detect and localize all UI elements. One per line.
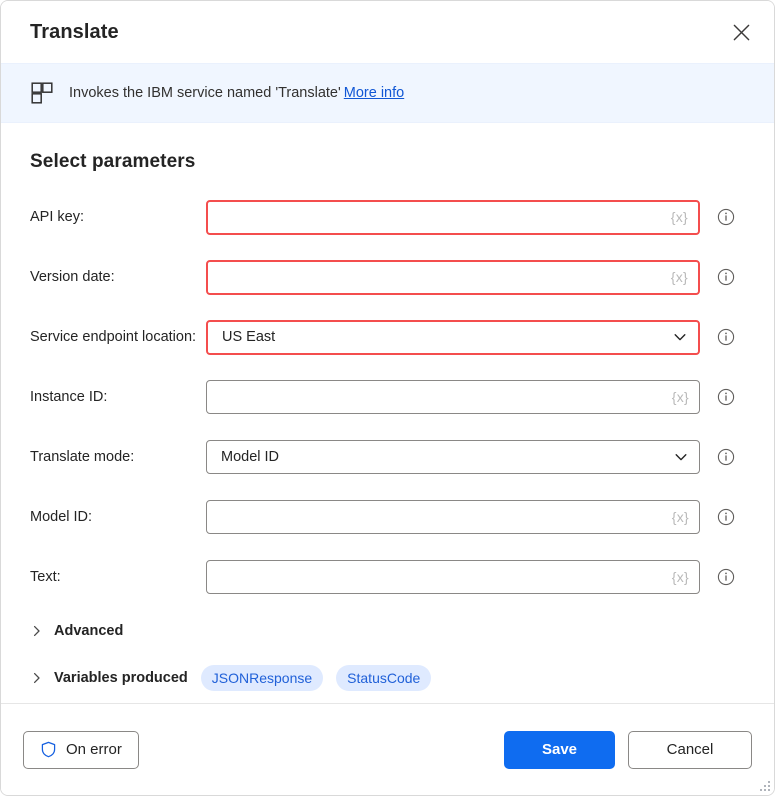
version-date-input[interactable]: {x} [206, 259, 700, 295]
info-icon-api-key[interactable] [717, 208, 735, 226]
save-button[interactable]: Save [504, 730, 615, 769]
form-row-service-endpoint-location: Service endpoint location: US East [1, 307, 774, 367]
chevron-right-icon [30, 624, 44, 638]
info-icon-text[interactable] [717, 568, 735, 586]
cancel-label: Cancel [666, 741, 714, 758]
info-icon-translate-mode[interactable] [717, 448, 735, 466]
dialog-titlebar: Translate [1, 1, 774, 63]
info-banner: Invokes the IBM service named 'Translate… [1, 63, 774, 123]
service-endpoint-location-select[interactable]: US East [206, 319, 700, 355]
more-info-link[interactable]: More info [344, 85, 404, 101]
field-wrap-model-id: {x} [206, 500, 700, 534]
translate-mode-value: Model ID [221, 449, 280, 465]
variable-token-icon[interactable]: {x} [672, 569, 689, 585]
close-button[interactable] [724, 15, 758, 49]
label-service-endpoint-location: Service endpoint location: [30, 329, 197, 345]
field-wrap-api-key: {x} [206, 199, 700, 235]
dialog-body: Select parameters API key: {x} Version d… [1, 123, 774, 703]
model-id-input[interactable]: {x} [206, 500, 700, 534]
info-icon-version-date[interactable] [717, 268, 735, 286]
label-model-id: Model ID: [30, 509, 93, 525]
text-input[interactable]: {x} [206, 560, 700, 594]
service-endpoint-location-value: US East [222, 329, 276, 345]
info-icon-model-id[interactable] [717, 508, 735, 526]
shield-icon [40, 741, 57, 758]
on-error-button[interactable]: On error [23, 730, 139, 769]
label-translate-mode: Translate mode: [30, 449, 135, 465]
chevron-down-icon [673, 449, 689, 465]
field-wrap-service-endpoint-location: US East [206, 319, 700, 355]
translate-dialog: Translate Invokes the IBM service named … [0, 0, 775, 796]
section-title: Select parameters [30, 151, 196, 172]
translate-mode-select[interactable]: Model ID [206, 440, 700, 474]
variables-produced-label: Variables produced [54, 670, 188, 686]
form-row-instance-id: Instance ID: {x} [1, 367, 774, 427]
chevron-down-icon [672, 329, 688, 345]
cancel-button[interactable]: Cancel [628, 730, 752, 769]
label-version-date: Version date: [30, 269, 115, 285]
field-wrap-version-date: {x} [206, 259, 700, 295]
chevron-right-icon [30, 671, 44, 685]
instance-id-input[interactable]: {x} [206, 380, 700, 414]
label-instance-id: Instance ID: [30, 389, 108, 405]
form-row-version-date: Version date: {x} [1, 247, 774, 307]
close-icon [733, 24, 749, 40]
module-icon [30, 81, 54, 105]
api-key-input[interactable]: {x} [206, 199, 700, 235]
field-wrap-translate-mode: Model ID [206, 440, 700, 474]
advanced-section-toggle[interactable]: Advanced [1, 611, 774, 651]
variables-produced-section-toggle[interactable]: Variables produced JSONResponse StatusCo… [1, 658, 774, 698]
variable-token-icon[interactable]: {x} [671, 269, 688, 285]
advanced-label: Advanced [54, 623, 124, 639]
form-row-text: Text: {x} [1, 547, 774, 607]
resize-grip[interactable] [756, 777, 770, 791]
form-row-api-key: API key: {x} [1, 187, 774, 247]
variable-token-icon[interactable]: {x} [671, 209, 688, 225]
on-error-label: On error [66, 741, 122, 758]
save-label: Save [541, 741, 578, 758]
field-wrap-instance-id: {x} [206, 380, 700, 414]
field-wrap-text: {x} [206, 560, 700, 594]
info-icon-service-endpoint-location[interactable] [717, 328, 735, 346]
form-row-translate-mode: Translate mode: Model ID [1, 427, 774, 487]
page-title: Translate [30, 20, 119, 43]
variable-token-icon[interactable]: {x} [672, 509, 689, 525]
form-row-model-id: Model ID: {x} [1, 487, 774, 547]
variable-pill-jsonresponse[interactable]: JSONResponse [200, 665, 324, 691]
label-text: Text: [30, 569, 61, 585]
parameters-form: API key: {x} Version date: {x} Service e… [1, 187, 774, 607]
banner-text: Invokes the IBM service named 'Translate… [69, 85, 341, 101]
info-icon-instance-id[interactable] [717, 388, 735, 406]
variable-pill-statuscode[interactable]: StatusCode [336, 665, 432, 691]
variable-token-icon[interactable]: {x} [672, 389, 689, 405]
label-api-key: API key: [30, 209, 84, 225]
dialog-footer: On error Save Cancel [1, 703, 774, 795]
